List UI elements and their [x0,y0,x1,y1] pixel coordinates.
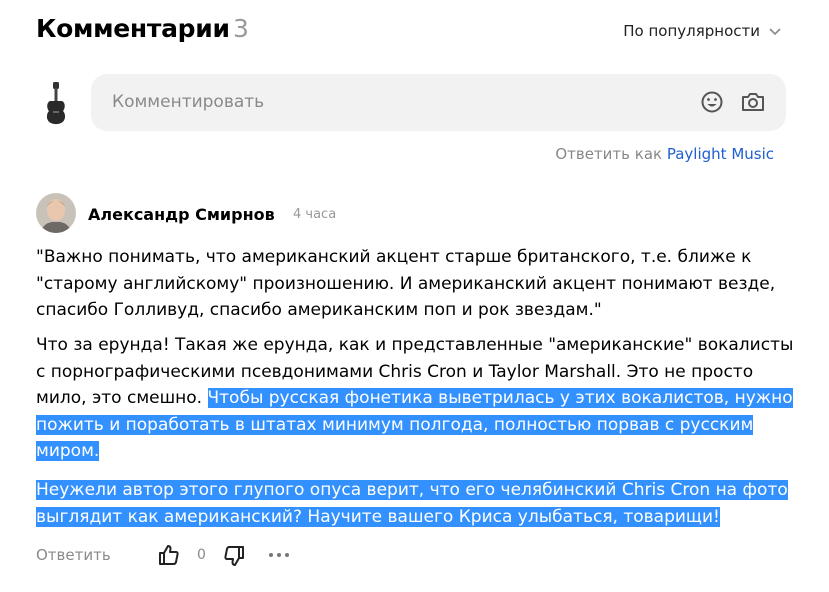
thumbs-down-icon[interactable] [223,545,245,567]
comment-quote-paragraph: "Важно понимать, что американский акцент… [36,247,776,320]
guitar-icon[interactable] [36,80,76,126]
more-icon[interactable] [267,547,291,563]
comment-paragraph: Что за ерунда! Такая же ерунда, как и пр… [36,332,796,465]
comment-actions: Ответить 0 [36,544,336,568]
likes-count: 0 [197,547,206,563]
comments-header: Комментарии 3 По популярности [36,12,796,46]
comment-placeholder: Комментировать [112,92,265,112]
sort-dropdown[interactable]: По популярности [623,22,782,40]
reply-as-account-link[interactable]: Paylight Music [667,145,774,163]
chevron-down-icon [769,28,781,36]
comment-paragraph: Неужели автор этого глупого опуса верит,… [36,477,796,530]
comments-count: 3 [233,14,249,43]
camera-icon[interactable] [740,90,766,114]
reply-button[interactable]: Ответить [36,546,111,564]
avatar[interactable] [36,193,76,233]
smile-icon[interactable] [700,90,724,114]
reply-as-line: Ответить как Paylight Music [555,145,774,163]
comment-time: 4 часа [293,207,337,222]
comment-input[interactable]: Комментировать [91,74,786,131]
sort-label: По популярности [623,22,760,40]
comment-author[interactable]: Александр Смирнов [88,205,275,224]
reply-as-prefix: Ответить как [555,145,663,163]
comments-title: Комментарии [36,14,230,43]
selected-text: Неужели автор этого глупого опуса верит,… [36,480,788,527]
thumbs-up-icon[interactable] [158,544,180,566]
